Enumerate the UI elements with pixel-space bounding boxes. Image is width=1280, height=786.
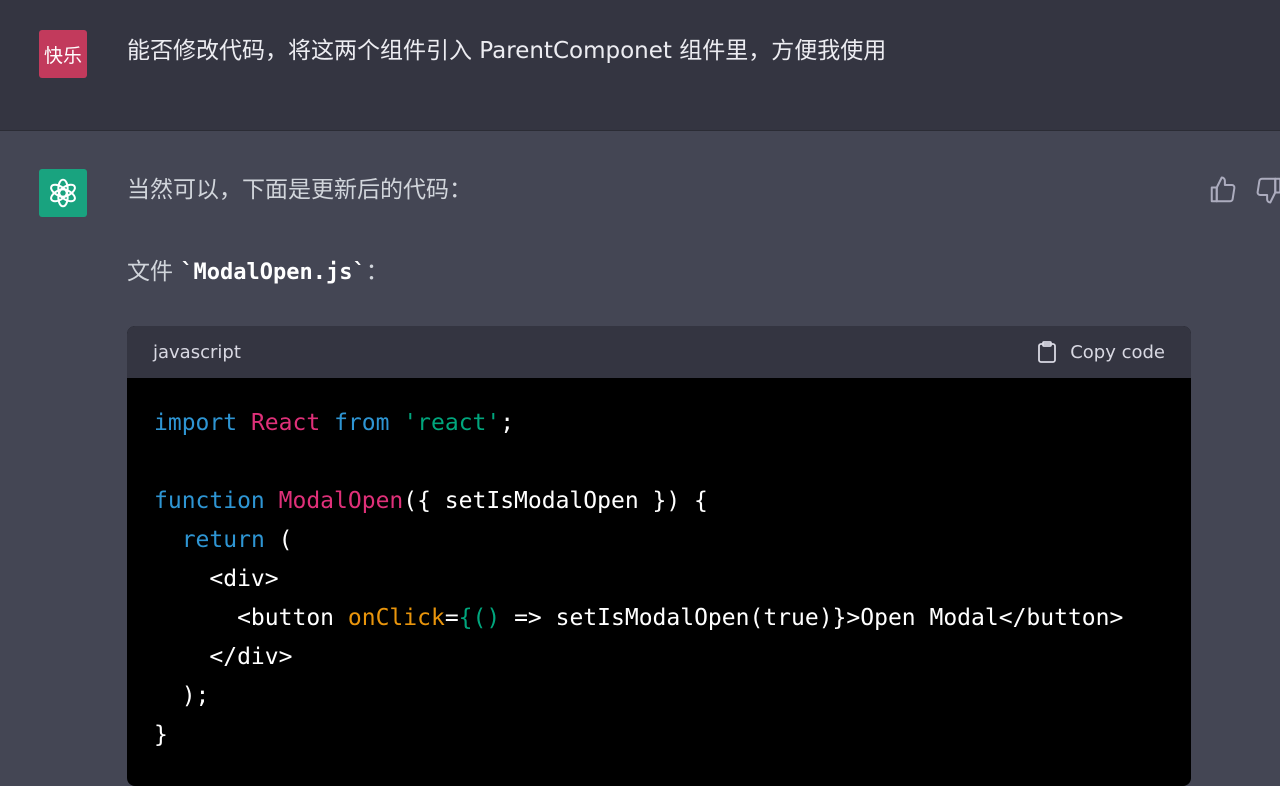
code-token: onClick xyxy=(347,605,445,631)
thumbs-up-button[interactable] xyxy=(1208,175,1238,205)
code-token: ({ setIsModalOpen }) { xyxy=(403,488,708,514)
code-line: } xyxy=(154,716,1164,755)
code-block-header: javascript Copy code xyxy=(127,326,1191,378)
code-block: javascript Copy code import React from '… xyxy=(127,326,1191,786)
code-token: from xyxy=(334,410,390,436)
code-token: } xyxy=(154,722,168,748)
file-label-prefix: 文件 xyxy=(127,259,181,285)
code-token: function xyxy=(154,488,265,514)
code-token: React xyxy=(250,410,321,436)
file-label-suffix: ： xyxy=(365,259,389,285)
code-line: function ModalOpen({ setIsModalOpen }) { xyxy=(154,482,1164,521)
assistant-message-row: 当然可以，下面是更新后的代码： 文件 `ModalOpen.js`： javas… xyxy=(0,131,1280,786)
code-token: 'react' xyxy=(403,410,501,436)
copy-code-button[interactable]: Copy code xyxy=(1036,340,1165,364)
code-line: return ( xyxy=(154,521,1164,560)
file-name: `ModalOpen.js` xyxy=(180,260,366,285)
user-avatar-text: 快乐 xyxy=(43,44,82,67)
code-line: </div> xyxy=(154,638,1164,677)
code-line: import React from 'react'; xyxy=(154,404,1164,443)
user-avatar: 快乐 xyxy=(39,30,87,78)
user-message-row: 快乐 能否修改代码，将这两个组件引入 ParentComponet 组件里，方便… xyxy=(0,0,1280,131)
copy-code-label: Copy code xyxy=(1070,341,1165,363)
code-token: ( xyxy=(264,527,293,553)
code-line: <div> xyxy=(154,560,1164,599)
openai-logo-icon xyxy=(50,178,76,208)
code-token: => setIsModalOpen(true)}>Open Modal</but… xyxy=(500,605,1124,631)
code-token: <button xyxy=(154,605,348,631)
user-message-text: 能否修改代码，将这两个组件引入 ParentComponet 组件里，方便我使用 xyxy=(127,38,887,64)
assistant-intro-text: 当然可以，下面是更新后的代码： xyxy=(127,177,472,203)
code-token: ModalOpen xyxy=(278,488,404,514)
code-language-label: javascript xyxy=(153,341,241,363)
thumbs-down-icon xyxy=(1256,177,1280,204)
assistant-avatar xyxy=(39,169,87,217)
code-token: {() xyxy=(458,605,501,631)
code-token: = xyxy=(444,605,459,631)
thumbs-up-icon xyxy=(1210,176,1236,203)
file-name-line: 文件 `ModalOpen.js`： xyxy=(127,257,389,288)
code-content: import React from 'react'; function Modal… xyxy=(127,378,1191,781)
clipboard-icon xyxy=(1038,341,1057,363)
thumbs-down-button[interactable] xyxy=(1254,175,1280,205)
code-token: import xyxy=(154,410,238,436)
code-token: </div> xyxy=(154,644,293,670)
code-line: <button onClick={() => setIsModalOpen(tr… xyxy=(154,599,1164,638)
code-token: return xyxy=(181,527,265,553)
code-token: ); xyxy=(154,683,210,709)
code-line: ); xyxy=(154,677,1164,716)
code-token: <div> xyxy=(154,566,279,592)
code-token: ; xyxy=(500,410,515,436)
